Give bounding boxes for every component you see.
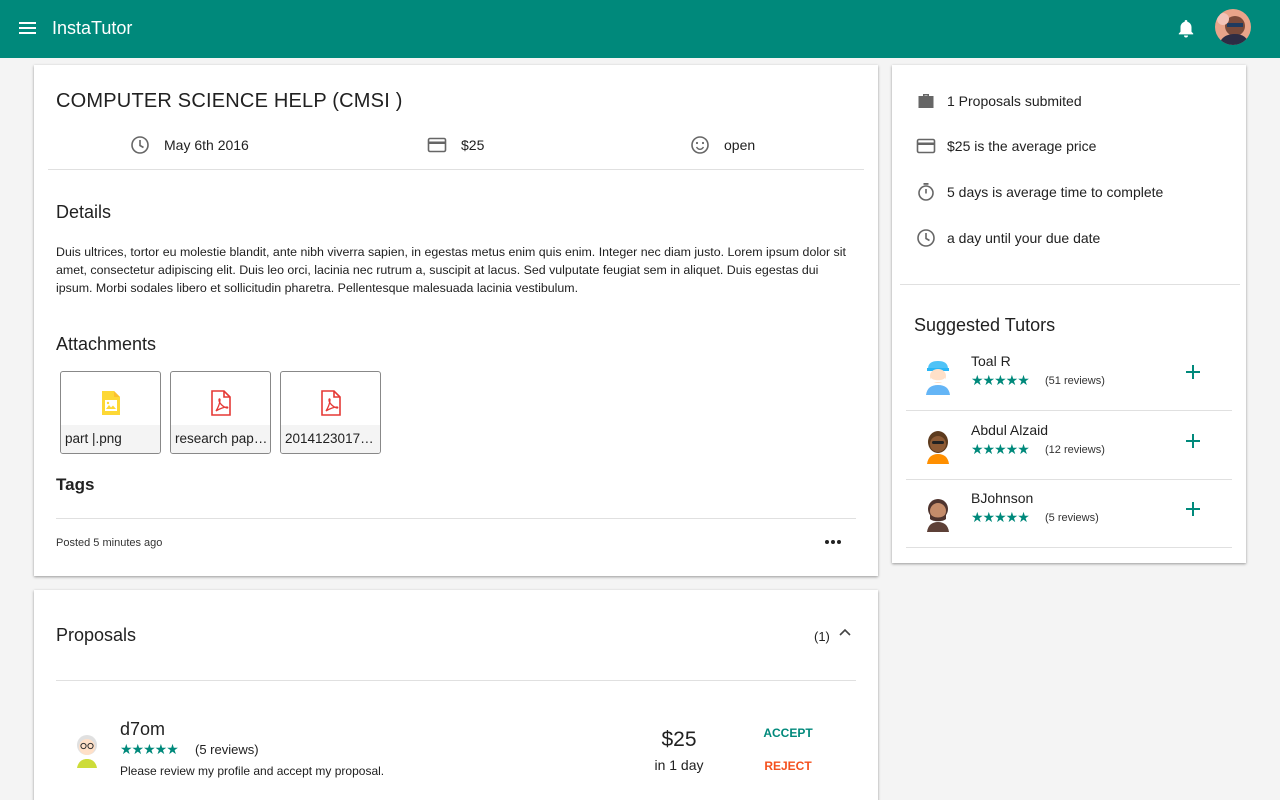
- app-bar: InstaTutor: [0, 0, 1280, 58]
- more-options-icon[interactable]: [824, 537, 842, 547]
- stat-average-time: 5 days is average time to complete: [916, 182, 1163, 202]
- attachment-file[interactable]: part |.png: [60, 371, 161, 454]
- proposer-avatar: [77, 735, 97, 768]
- app-title: InstaTutor: [52, 18, 133, 38]
- star-rating: ★★★★★: [120, 741, 179, 757]
- menu-icon[interactable]: [18, 19, 40, 39]
- stat-text: a day until your due date: [947, 230, 1101, 246]
- add-tutor-icon[interactable]: [1184, 363, 1202, 381]
- pdf-file-icon: [321, 390, 341, 416]
- credit-card-icon: [916, 138, 936, 154]
- stat-text: 5 days is average time to complete: [947, 184, 1164, 200]
- add-tutor-icon[interactable]: [1184, 500, 1202, 518]
- attachments-heading: Attachments: [56, 334, 157, 354]
- request-date-text: May 6th 2016: [164, 137, 249, 153]
- request-price: $25: [427, 135, 484, 155]
- tutor-name[interactable]: Toal R: [971, 353, 1011, 369]
- request-card: COMPUTER SCIENCE HELP (CMSI ) May 6th 20…: [34, 65, 878, 576]
- accept-button[interactable]: ACCEPT: [752, 726, 824, 740]
- details-text: Duis ultrices, tortor eu molestie blandi…: [56, 245, 846, 295]
- review-count: (5 reviews): [195, 742, 259, 757]
- divider: [56, 518, 856, 519]
- tutor-avatar: [926, 361, 950, 395]
- tutor-avatar: [927, 499, 949, 532]
- smiley-icon: [691, 136, 709, 154]
- stat-text: $25 is the average price: [947, 138, 1097, 154]
- proposer-name[interactable]: d7om: [120, 719, 165, 740]
- request-price-text: $25: [461, 137, 485, 153]
- attachment-name: 20141230174512.pdf: [281, 425, 380, 453]
- posted-time: Posted 5 minutes ago: [56, 537, 163, 549]
- review-count: (5 reviews): [1045, 512, 1099, 524]
- proposal-message: Please review my profile and accept my p…: [120, 764, 385, 778]
- add-tutor-icon[interactable]: [1184, 432, 1202, 450]
- clock-icon: [917, 229, 935, 247]
- proposals-heading: Proposals: [56, 625, 137, 645]
- proposal-duration: in 1 day: [654, 757, 704, 773]
- review-count: (12 reviews): [1045, 444, 1105, 456]
- stopwatch-icon: [918, 183, 934, 201]
- request-title: COMPUTER SCIENCE HELP (CMSI ): [56, 90, 403, 112]
- divider: [48, 169, 864, 170]
- stat-proposals: 1 Proposals submited: [916, 91, 1082, 111]
- image-file-icon: [102, 391, 120, 415]
- pdf-file-icon: [211, 390, 231, 416]
- attachment-file[interactable]: research paper.pdf: [170, 371, 271, 454]
- request-date: May 6th 2016: [130, 135, 249, 155]
- attachment-file[interactable]: 20141230174512.pdf: [280, 371, 381, 454]
- clock-icon: [131, 136, 149, 154]
- stat-average-price: $25 is the average price: [916, 136, 1096, 156]
- credit-card-icon: [427, 137, 447, 153]
- tutor-avatar: [927, 431, 949, 464]
- suggested-tutors-heading: Suggested Tutors: [914, 315, 1056, 335]
- star-rating: ★★★★★: [971, 441, 1030, 457]
- attachment-name: research paper.pdf: [171, 425, 270, 453]
- tutor-name[interactable]: Abdul Alzaid: [971, 422, 1048, 438]
- proposals-card: Proposals (1) d7om ★★★★★ (5 reviews) Ple…: [34, 590, 878, 800]
- attachment-name: part |.png: [61, 425, 160, 453]
- user-avatar[interactable]: [1215, 9, 1251, 45]
- star-rating: ★★★★★: [971, 372, 1030, 388]
- chevron-up-icon[interactable]: [839, 628, 851, 638]
- proposal-price: $25: [661, 728, 697, 751]
- divider: [56, 680, 856, 681]
- proposals-count: (1): [814, 629, 830, 644]
- stats-card: 1 Proposals submited $25 is the average …: [892, 65, 1246, 563]
- details-heading: Details: [56, 202, 112, 222]
- request-status: open: [690, 135, 755, 155]
- request-status-text: open: [724, 137, 756, 153]
- tutor-name[interactable]: BJohnson: [971, 490, 1033, 506]
- reject-button[interactable]: REJECT: [752, 759, 824, 773]
- tutor-row[interactable]: BJohnson ★★★★★ (5 reviews): [906, 480, 1232, 548]
- briefcase-icon: [918, 94, 934, 108]
- review-count: (51 reviews): [1045, 375, 1105, 387]
- tutor-row[interactable]: Toal R ★★★★★ (51 reviews): [906, 343, 1232, 411]
- stat-text: 1 Proposals submited: [947, 93, 1082, 109]
- tags-heading: Tags: [56, 475, 95, 494]
- divider: [900, 284, 1240, 285]
- star-rating: ★★★★★: [971, 509, 1030, 525]
- stat-due-date: a day until your due date: [916, 228, 1100, 248]
- notifications-bell-icon[interactable]: [1176, 18, 1196, 40]
- tutor-row[interactable]: Abdul Alzaid ★★★★★ (12 reviews): [906, 412, 1232, 480]
